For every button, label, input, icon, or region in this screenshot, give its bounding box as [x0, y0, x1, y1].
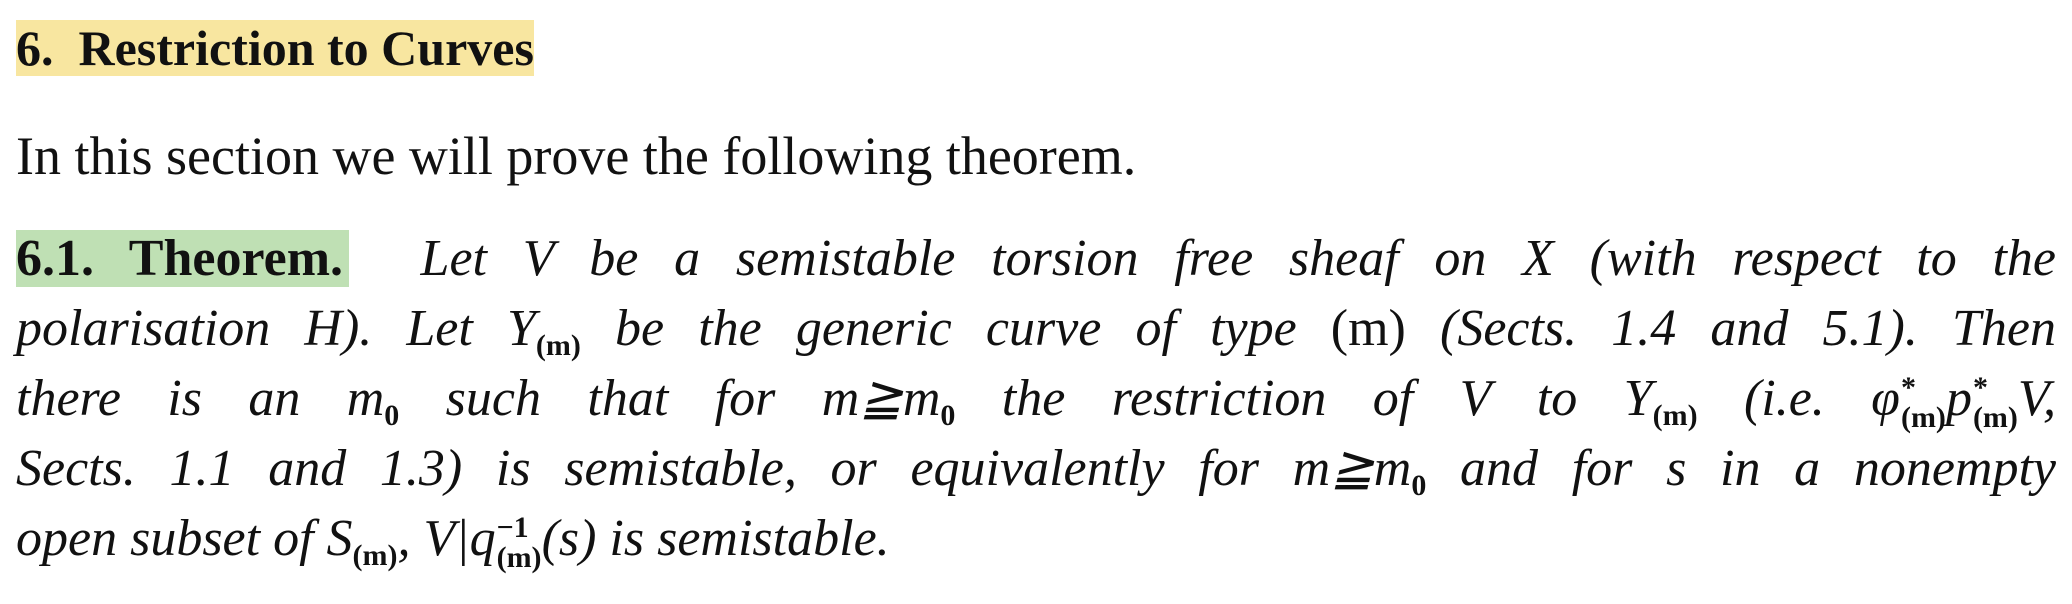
- theorem-label: 6.1. Theorem.: [16, 230, 350, 287]
- subscript-0c: 0: [1411, 469, 1427, 502]
- star-subscript-2: * (m): [1972, 371, 2018, 435]
- theorem-line-4: Sects. 1.1 and 1.3) is semistable, or eq…: [16, 434, 2056, 504]
- theorem-text-4a: Sects. 1.1 and 1.3) is semistable, or eq…: [16, 440, 1412, 497]
- star-subscript-1: * (m): [1900, 371, 1946, 435]
- intro-paragraph: In this section we will prove the follow…: [16, 126, 1137, 186]
- section-number: 6.: [16, 20, 54, 76]
- theorem-line-3: there is an m0 such that for m≧m0 the re…: [16, 364, 2056, 434]
- theorem-text-1: Let V be a semistable torsion free sheaf…: [420, 230, 2057, 287]
- theorem-line-2: polarisation H). Let Y(m) be the generic…: [16, 294, 2056, 364]
- theorem-text-5b: , V|q: [397, 510, 496, 567]
- document-page: 6. Restriction to Curves In this section…: [0, 0, 2072, 604]
- subscript-m: (m): [535, 329, 581, 362]
- theorem-text-3d: (i.e. φ: [1697, 370, 1900, 427]
- theorem-text-3e: p: [1945, 370, 1972, 427]
- subscript-0: 0: [384, 399, 400, 432]
- section-heading-highlight: 6. Restriction to Curves: [16, 20, 534, 76]
- subscript-0b: 0: [940, 399, 956, 432]
- theorem-line-1: 6.1. Theorem. Let V be a semistable tors…: [16, 224, 2056, 294]
- theorem-text-2b: be the generic curve of type: [580, 300, 1331, 357]
- theorem-text-2c: (Sects. 1.4 and 5.1). Then: [1405, 300, 2056, 357]
- theorem-line-5: open subset of S(m), V|q −1 (m) (s) is semi…: [16, 504, 2056, 574]
- section-heading: 6. Restriction to Curves: [16, 14, 538, 82]
- theorem-text-3b: such that for m≧m: [399, 370, 941, 427]
- theorem-text-3f: V,: [2017, 370, 2056, 427]
- theorem-text-2a: polarisation H). Let Y: [16, 300, 536, 357]
- type-m: (m): [1330, 300, 1406, 357]
- subscript-m-2: (m): [1652, 399, 1698, 432]
- theorem-block: 6.1. Theorem. Let V be a semistable tors…: [16, 224, 2056, 574]
- subscript-m-3: (m): [352, 539, 398, 572]
- theorem-text-3c: the restriction of V to Y: [955, 370, 1653, 427]
- inverse-subscript: −1 (m): [496, 511, 542, 575]
- theorem-text-4b: and for s in a nonempty: [1426, 440, 2056, 497]
- section-title: Restriction to Curves: [78, 20, 534, 76]
- theorem-text-5a: open subset of S: [16, 510, 353, 567]
- theorem-text-3a: there is an m: [16, 370, 385, 427]
- theorem-text-5c: (s) is semistable.: [541, 510, 890, 567]
